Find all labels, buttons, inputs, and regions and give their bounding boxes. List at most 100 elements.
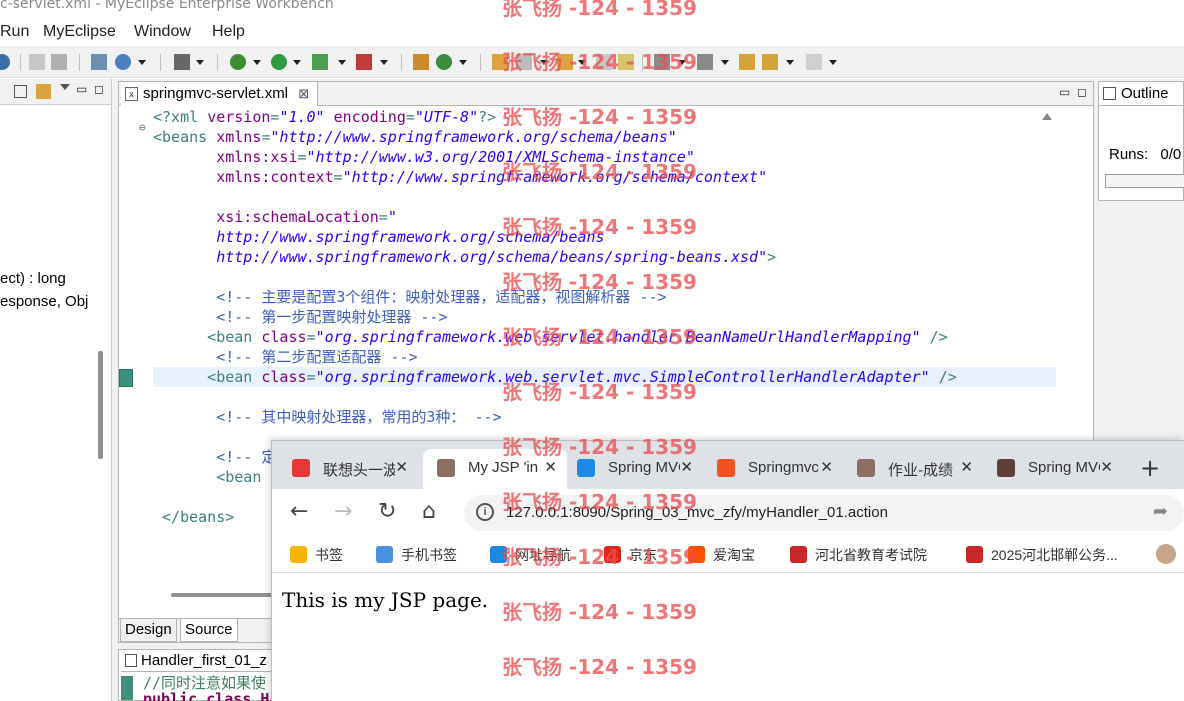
reload-icon[interactable]: ↻	[378, 499, 396, 524]
save-icon[interactable]	[29, 54, 45, 70]
new-project-icon[interactable]	[91, 54, 107, 70]
edit-icon[interactable]	[516, 54, 532, 70]
print-icon[interactable]	[51, 54, 67, 70]
menu-help[interactable]: Help	[212, 23, 245, 41]
close-icon[interactable]: ✕	[544, 458, 557, 476]
browser-tab[interactable]: 联想头一波 ✕	[278, 449, 418, 489]
chevron-down-icon[interactable]	[380, 58, 388, 66]
code-line[interactable]: <?xml version="1.0" encoding="UTF-8"?>	[153, 107, 496, 127]
info-icon[interactable]: i	[476, 503, 494, 521]
code-line[interactable]: xmlns:xsi="http://www.w3.org/2001/XMLSch…	[153, 147, 695, 167]
web-icon[interactable]	[115, 54, 131, 70]
code-line[interactable]: <bean n	[153, 467, 279, 487]
code-line[interactable]: </beans>	[153, 507, 234, 527]
last-edit-icon[interactable]	[739, 54, 755, 70]
browser-tab[interactable]: Spring MVC✕	[983, 449, 1123, 489]
minimize-icon[interactable]: ▭	[1059, 85, 1070, 99]
run-icon[interactable]	[271, 54, 287, 70]
address-bar[interactable]: i 127.0.0.1:8090/Spring_03_mvc_zfy/myHan…	[464, 495, 1184, 531]
code-line[interactable]: <!-- 第一步配置映射处理器 -->	[153, 307, 447, 327]
chevron-down-icon[interactable]	[293, 58, 301, 66]
code-line[interactable]: xsi:schemaLocation="	[153, 207, 397, 227]
back-icon[interactable]: ←	[290, 499, 308, 524]
open-folder-icon[interactable]	[492, 54, 508, 70]
menu-run[interactable]: Run	[0, 23, 29, 41]
share-icon[interactable]: ➦	[1153, 501, 1168, 522]
bookmark-item[interactable]: 爱淘宝	[688, 545, 755, 565]
browser-tab[interactable]: 作业-成绩 ✕	[843, 449, 983, 489]
home-icon[interactable]: ⌂	[422, 499, 436, 524]
chevron-down-icon[interactable]	[578, 58, 586, 66]
bookmark-item[interactable]: 手机书签	[376, 545, 457, 565]
bug-icon[interactable]	[230, 54, 246, 70]
chevron-down-icon[interactable]	[678, 58, 686, 66]
collapse-all-icon[interactable]	[14, 85, 27, 98]
minimize-icon[interactable]: ▭	[76, 82, 87, 96]
server-icon[interactable]	[356, 54, 372, 70]
chevron-down-icon[interactable]	[196, 58, 204, 66]
run-external-icon[interactable]	[312, 54, 328, 70]
monitor-icon[interactable]	[174, 54, 190, 70]
next-annotation-icon[interactable]	[654, 54, 670, 70]
forward-icon[interactable]: →	[334, 499, 352, 524]
code-line[interactable]: <!-- 主要是配置3个组件：映射处理器，适配器，视图解析器 -->	[153, 287, 666, 307]
chevron-down-icon[interactable]	[253, 58, 261, 66]
tab-source[interactable]: Source	[180, 619, 238, 642]
close-icon[interactable]: ✕	[395, 458, 408, 476]
tab-handler-first[interactable]: Handler_first_01_z	[121, 650, 281, 672]
code-line[interactable]: <!-- 定	[153, 447, 276, 467]
task-icon[interactable]	[618, 54, 634, 70]
previous-annotation-icon[interactable]	[697, 54, 713, 70]
search-icon[interactable]	[596, 54, 612, 70]
chevron-down-icon[interactable]	[786, 58, 794, 66]
chevron-down-icon[interactable]	[721, 58, 729, 66]
outline-member[interactable]: ect) : long	[0, 270, 66, 287]
close-icon[interactable]: ✕	[820, 458, 833, 476]
outline-member[interactable]: esponse, Obj	[0, 293, 88, 310]
avatar[interactable]	[1156, 544, 1176, 564]
chevron-down-icon[interactable]	[829, 58, 837, 66]
menu-window[interactable]: Window	[134, 23, 191, 41]
browser-tab[interactable]: My JSP 'in ✕	[423, 449, 567, 489]
link-editor-icon[interactable]	[36, 84, 51, 99]
tab-design[interactable]: Design	[120, 619, 177, 642]
open-file-icon[interactable]	[557, 54, 573, 70]
outline-tab[interactable]: Outline	[1099, 82, 1183, 106]
code-line[interactable]: xmlns:context="http://www.springframewor…	[153, 167, 767, 187]
scrollbar[interactable]	[98, 351, 103, 459]
code-line[interactable]: <beans xmlns="http://www.springframework…	[153, 127, 677, 147]
new-tab-button[interactable]: +	[1140, 454, 1160, 482]
fold-icon[interactable]: ⊖	[139, 121, 146, 134]
code-line[interactable]: http://www.springframework.org/schema/be…	[153, 247, 776, 267]
scroll-up-icon[interactable]	[1042, 113, 1052, 120]
code-line[interactable]: http://www.springframework.org/schema/be…	[153, 227, 604, 247]
code-line[interactable]: <bean class="org.springframework.web.ser…	[153, 367, 957, 387]
close-icon[interactable]: ✕	[1100, 458, 1113, 476]
browser-tab[interactable]: Spring MVC✕	[563, 449, 703, 489]
forward-icon[interactable]	[806, 54, 822, 70]
close-icon[interactable]: ✕	[960, 458, 973, 476]
chevron-down-icon[interactable]	[459, 58, 467, 66]
close-icon[interactable]: ✕	[680, 458, 693, 476]
code-line[interactable]: <!-- 其中映射处理器，常用的3种： -->	[153, 407, 501, 427]
maximize-icon[interactable]: ◻	[1077, 85, 1087, 99]
chevron-down-icon[interactable]	[540, 58, 548, 66]
bookmark-item[interactable]: 河北省教育考试院	[790, 545, 927, 565]
code-line[interactable]: public class Ha	[143, 690, 278, 701]
chevron-down-icon[interactable]	[338, 58, 346, 66]
debug-icon[interactable]	[0, 54, 10, 70]
code-line[interactable]: <bean class="org.springframework.web.ser…	[153, 327, 948, 347]
view-menu-icon[interactable]	[60, 84, 70, 90]
code-line[interactable]: <!-- 第二步配置适配器 -->	[153, 347, 417, 367]
browser-tab[interactable]: Springmvc ✕	[703, 449, 843, 489]
back-icon[interactable]	[762, 54, 778, 70]
tab-springmvc-servlet[interactable]: x springmvc-servlet.xml ⊠	[121, 82, 319, 106]
chevron-down-icon[interactable]	[138, 58, 146, 66]
maximize-icon[interactable]: ◻	[94, 82, 104, 96]
menu-myeclipse[interactable]: MyEclipse	[43, 23, 116, 41]
bookmark-item[interactable]: 京东	[604, 545, 657, 565]
new-class-icon[interactable]	[436, 54, 452, 70]
close-icon[interactable]: ⊠	[298, 86, 309, 101]
bookmark-item[interactable]: 网址导航	[490, 545, 571, 565]
package-icon[interactable]	[413, 54, 429, 70]
